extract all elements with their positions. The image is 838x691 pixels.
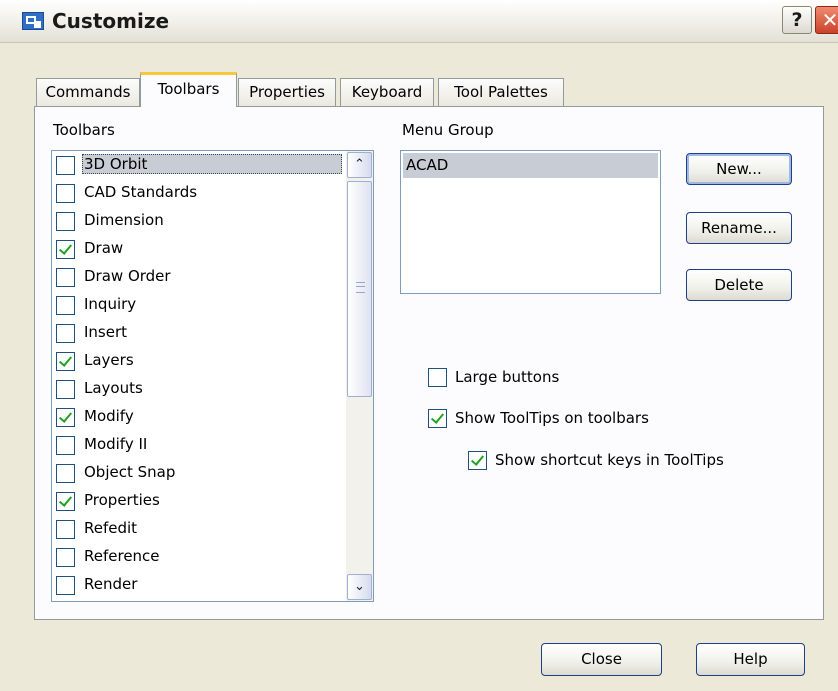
toolbar-list-item[interactable]: Layouts [52,376,346,403]
toolbar-checkbox[interactable] [56,324,75,343]
toolbar-item-label: Modify II [84,435,148,453]
tab-tool-palettes[interactable]: Tool Palettes [438,78,564,106]
toolbar-item-label: Inquiry [84,295,137,313]
window-title: Customize [52,9,170,33]
toolbar-checkbox[interactable] [56,464,75,483]
toolbar-list-item[interactable]: Insert [52,320,346,347]
show-shortcut-keys-checkbox[interactable] [468,451,487,470]
toolbar-checkbox[interactable] [56,240,75,259]
toolbar-item-label: Modify [84,407,134,425]
toolbar-checkbox[interactable] [56,548,75,567]
show-tooltips-label: Show ToolTips on toolbars [455,409,649,427]
customize-icon [22,12,44,30]
large-buttons-label: Large buttons [455,368,560,386]
toolbar-item-label: Refedit [84,519,138,537]
toolbar-checkbox[interactable] [56,576,75,595]
checkmark-icon [58,409,73,423]
toolbar-list-item[interactable]: Refedit [52,516,346,543]
toolbar-item-label: CAD Standards [84,183,198,201]
menu-group-listbox[interactable]: ACAD [400,150,661,294]
new-button[interactable]: New... [686,153,792,185]
toolbar-checkbox[interactable] [56,212,75,231]
toolbar-checkbox[interactable] [56,156,75,175]
toolbar-item-label: 3D Orbit [82,154,342,174]
toolbar-checkbox[interactable] [56,408,75,427]
toolbar-list-item[interactable]: Draw Order [52,264,346,291]
toolbar-list-item[interactable]: Layers [52,348,346,375]
show-shortcut-keys-label: Show shortcut keys in ToolTips [495,451,724,469]
toolbar-list-item[interactable]: Properties [52,488,346,515]
menu-group-item-acad[interactable]: ACAD [403,153,658,178]
toolbar-list-item[interactable]: Render [52,572,346,599]
toolbar-list-item[interactable]: Reference [52,544,346,571]
checkmark-icon [58,493,73,507]
close-icon-button[interactable]: ✕ [815,6,838,34]
toolbars-scrollbar[interactable]: ⌃ ⌄ [346,151,373,601]
toolbar-checkbox[interactable] [56,352,75,371]
toolbar-list-item[interactable]: Modify [52,404,346,431]
toolbar-item-label: Draw Order [84,267,171,285]
scroll-up-button[interactable]: ⌃ [347,152,372,178]
toolbar-item-label: Draw [84,239,124,257]
toolbar-item-label: Dimension [84,211,164,229]
toolbar-list-item[interactable]: Modify II [52,432,346,459]
toolbar-list-item[interactable]: Inquiry [52,292,346,319]
scroll-down-button[interactable]: ⌄ [347,574,372,600]
tab-properties[interactable]: Properties [238,78,336,106]
show-tooltips-checkbox[interactable] [428,409,447,428]
menu-group-label: Menu Group [402,121,494,139]
close-button[interactable]: Close [541,643,662,676]
toolbar-checkbox[interactable] [56,436,75,455]
toolbar-item-label: Object Snap [84,463,176,481]
tab-commands[interactable]: Commands [36,78,140,106]
toolbar-item-label: Reference [84,547,160,565]
toolbar-item-label: Layers [84,351,134,369]
checkmark-icon [470,452,485,466]
toolbar-item-label: Properties [84,491,160,509]
grip-icon [356,282,365,293]
delete-button[interactable]: Delete [686,269,792,301]
toolbar-item-label: Render [84,575,138,593]
tab-keyboard[interactable]: Keyboard [340,78,434,106]
rename-button[interactable]: Rename... [686,212,792,244]
help-icon-button[interactable]: ? [782,6,812,34]
toolbar-checkbox[interactable] [56,520,75,539]
toolbar-checkbox[interactable] [56,268,75,287]
toolbar-list-item[interactable]: Draw [52,236,346,263]
toolbar-list-item[interactable]: 3D Orbit [52,152,346,179]
help-button[interactable]: Help [696,643,805,676]
toolbars-listbox[interactable]: 3D Orbit CAD Standards Dimension Draw Draw O… [51,150,374,602]
toolbar-list-item[interactable]: CAD Standards [52,180,346,207]
tab-toolbars[interactable]: Toolbars [140,72,237,107]
checkmark-icon [58,241,73,255]
toolbars-label: Toolbars [53,121,115,139]
toolbar-checkbox[interactable] [56,184,75,203]
large-buttons-checkbox[interactable] [428,368,447,387]
checkmark-icon [58,353,73,367]
toolbar-item-label: Layouts [84,379,143,397]
toolbar-list-item[interactable]: Object Snap [52,460,346,487]
toolbar-item-label: Insert [84,323,128,341]
toolbar-list-item[interactable]: Dimension [52,208,346,235]
scroll-thumb[interactable] [347,181,372,397]
toolbar-checkbox[interactable] [56,380,75,399]
toolbar-checkbox[interactable] [56,492,75,511]
toolbar-checkbox[interactable] [56,296,75,315]
checkmark-icon [430,410,445,424]
